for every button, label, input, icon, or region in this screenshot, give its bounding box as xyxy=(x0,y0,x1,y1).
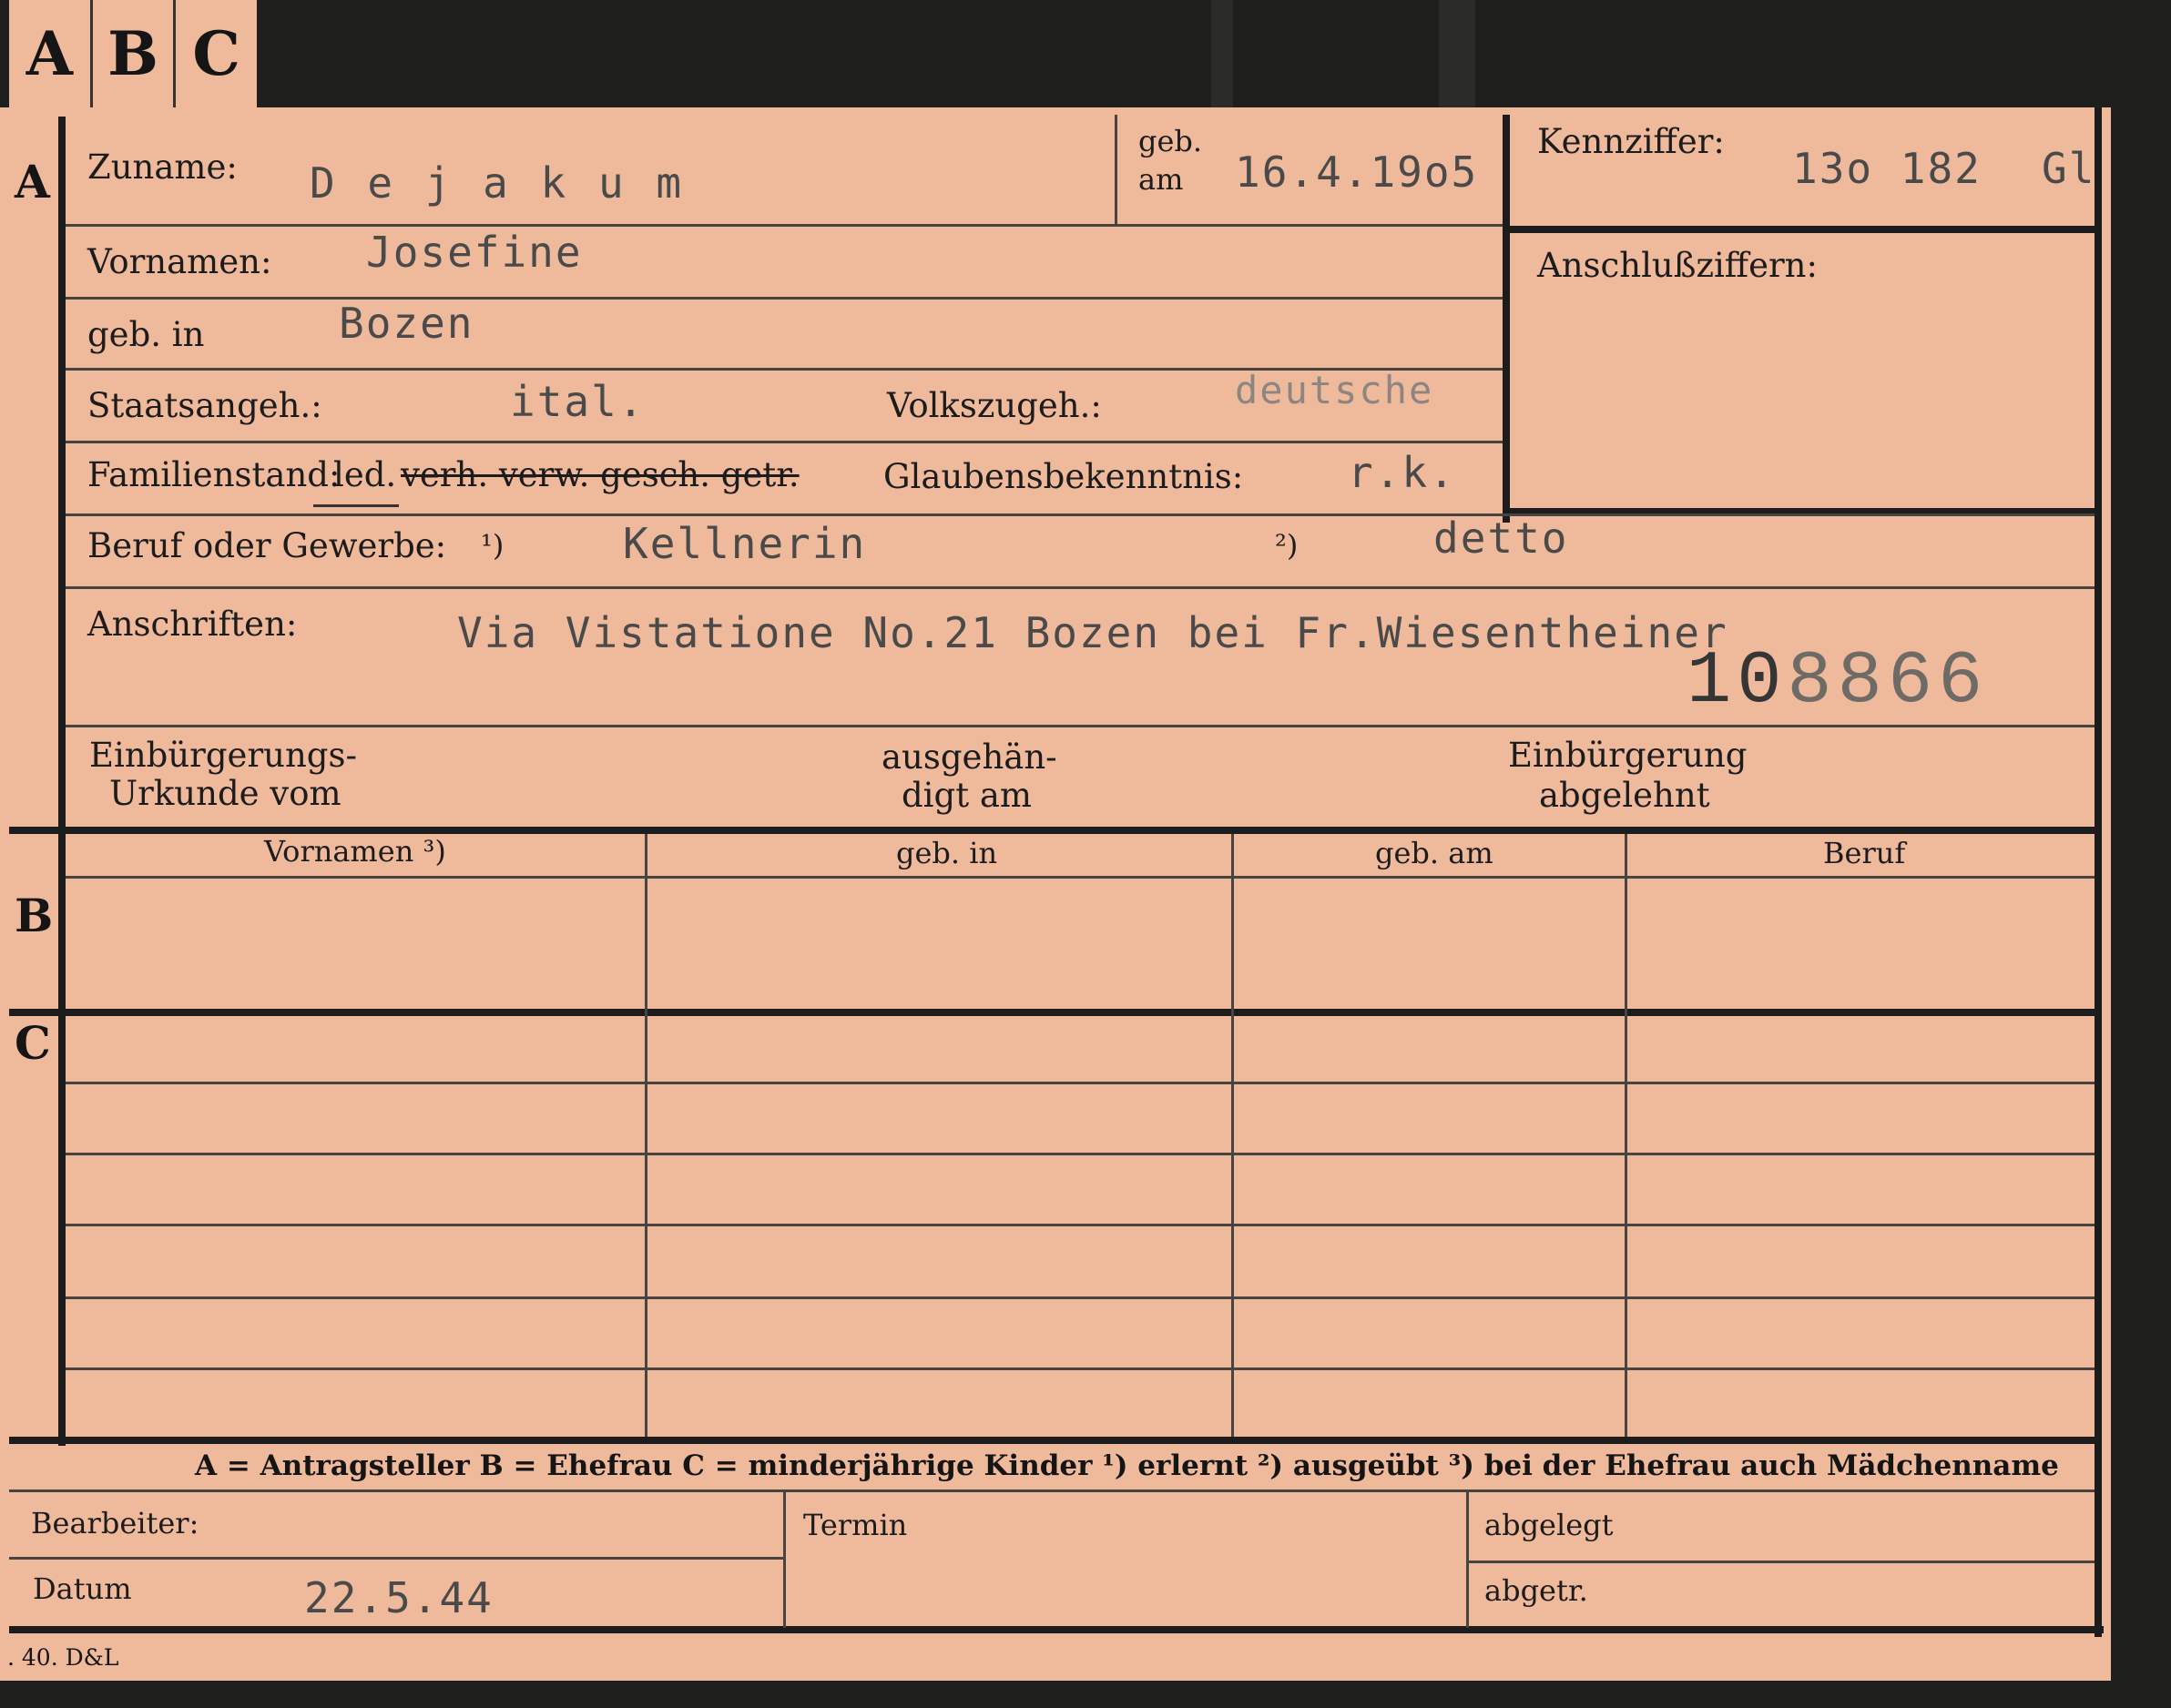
legend-bottom xyxy=(9,1489,2095,1492)
bottom-row-line xyxy=(1466,1561,2095,1563)
anschriften-value: Via Vistatione No.21 Bozen bei Fr.Wiesen… xyxy=(457,608,1728,657)
anschriften-label: Anschriften: xyxy=(87,605,298,644)
kennziffer-suffix: Gl xyxy=(2042,144,2096,193)
datum-value: 22.5.44 xyxy=(304,1573,494,1622)
table-col-line xyxy=(1231,834,1234,1437)
stamp-number: 108866 xyxy=(1687,639,1988,724)
kennziffer-box-left xyxy=(1503,115,1510,523)
section-a-letter: A xyxy=(15,155,50,208)
datum-label: Datum xyxy=(33,1571,132,1606)
geb-in-value: Bozen xyxy=(339,299,474,348)
anschlussziffern-label: Anschlußziffern: xyxy=(1537,246,1818,285)
tab-b: B xyxy=(93,0,177,107)
glaubensbekenntnis-value: r.k. xyxy=(1348,448,1456,497)
right-border xyxy=(2095,107,2102,1637)
registration-card: A B C Zuname: D e j a k u m geb. am 16.4… xyxy=(0,107,2111,1681)
familienstand-label: Familienstand: xyxy=(87,455,341,494)
section-b-letter: B xyxy=(15,889,54,942)
geb-am-label-1: geb. xyxy=(1138,124,1203,158)
einb-abgelehnt-label-2: abgelehnt xyxy=(1539,776,1710,815)
stamp-number-b: 8866 xyxy=(1787,639,1989,724)
bottom-row-line xyxy=(9,1557,783,1560)
beruf-value-1: Kellnerin xyxy=(623,519,867,568)
einb-urkunde-label-2: Urkunde vom xyxy=(109,774,341,813)
table-header-line xyxy=(66,876,2095,879)
row-divider xyxy=(66,513,2095,516)
volkszugeh-value: deutsche xyxy=(1235,368,1434,412)
tab-a: A xyxy=(9,0,93,107)
einb-urkunde-label-1: Einbürgerungs- xyxy=(89,736,357,775)
row-divider xyxy=(66,224,1503,227)
table-row-line xyxy=(66,1224,2095,1226)
left-margin-line xyxy=(58,117,66,1446)
table-row-line xyxy=(66,1153,2095,1155)
zuname-label: Zuname: xyxy=(87,147,238,187)
kennziffer-label: Kennziffer: xyxy=(1537,122,1725,161)
row-divider xyxy=(66,725,2095,727)
beruf-mark-2: ²) xyxy=(1275,528,1299,563)
section-c-bottom xyxy=(9,1437,2095,1444)
einb-abgelehnt-label-1: Einbürgerung xyxy=(1508,736,1748,775)
section-b-top xyxy=(9,827,2095,834)
print-code: . 40. D&L xyxy=(7,1644,119,1671)
table-header-geb-am: geb. am xyxy=(1375,836,1493,870)
termin-label: Termin xyxy=(803,1508,908,1542)
scan-shadow xyxy=(1211,0,1233,107)
section-c-letter: C xyxy=(15,1016,51,1070)
tab-c: C xyxy=(192,18,240,89)
geb-am-label-2: am xyxy=(1138,162,1184,197)
staatsangeh-label: Staatsangeh.: xyxy=(87,386,322,425)
legend: A = Antragsteller B = Ehefrau C = minder… xyxy=(195,1449,2059,1482)
table-header-beruf: Beruf xyxy=(1823,836,1906,870)
abgelegt-label: abgelegt xyxy=(1484,1508,1614,1542)
scan-background-bottom xyxy=(0,1681,2171,1708)
table-col-line xyxy=(1625,834,1627,1437)
geb-am-value: 16.4.19o5 xyxy=(1235,147,1479,197)
kennziffer-value: 13o 182 xyxy=(1792,144,1982,193)
table-header-vornamen: Vornamen ³) xyxy=(264,834,446,869)
staatsangeh-value: ital. xyxy=(510,377,646,426)
stamp-number-a: 10 xyxy=(1687,639,1788,724)
scan-background-right xyxy=(2111,107,2171,1708)
row-divider xyxy=(66,586,2095,589)
table-header-geb-in: geb. in xyxy=(896,836,998,870)
glaubensbekenntnis-label: Glaubensbekenntnis: xyxy=(883,457,1244,496)
bearbeiter-label: Bearbeiter: xyxy=(31,1506,199,1540)
col-divider xyxy=(1115,115,1117,224)
scan-background-top xyxy=(0,0,2171,107)
scan-shadow xyxy=(1439,0,1475,107)
volkszugeh-label: Volkszugeh.: xyxy=(887,386,1102,425)
card-bottom xyxy=(9,1626,2104,1633)
geb-in-label: geb. in xyxy=(87,315,205,354)
table-col-line xyxy=(645,834,647,1437)
beruf-mark-1: ¹) xyxy=(481,528,505,563)
beruf-value-2: detto xyxy=(1433,513,1569,563)
beruf-label: Beruf oder Gewerbe: xyxy=(87,526,447,565)
familienstand-underline xyxy=(313,504,399,507)
table-row-line xyxy=(66,1082,2095,1084)
section-c-top xyxy=(9,1009,2095,1016)
row-divider xyxy=(66,441,1503,443)
ausgehaendigt-label-2: digt am xyxy=(902,776,1032,815)
bottom-col-line xyxy=(783,1491,786,1628)
ausgehaendigt-label-1: ausgehän- xyxy=(882,737,1057,777)
table-row-line xyxy=(66,1367,2095,1370)
table-row-line xyxy=(66,1296,2095,1299)
vornamen-label: Vornamen: xyxy=(87,242,272,281)
familienstand-struck: verh. verw. gesch. getr. xyxy=(401,455,800,494)
bottom-col-line xyxy=(1466,1491,1469,1628)
kennziffer-box-divider xyxy=(1503,226,2095,233)
familienstand-led: led. xyxy=(333,455,397,494)
abgetr-label: abgetr. xyxy=(1484,1573,1588,1608)
index-tabs: A B C xyxy=(9,0,257,107)
vornamen-value: Josefine xyxy=(366,228,583,277)
row-divider xyxy=(66,297,1503,300)
zuname-value: D e j a k u m xyxy=(310,158,686,208)
